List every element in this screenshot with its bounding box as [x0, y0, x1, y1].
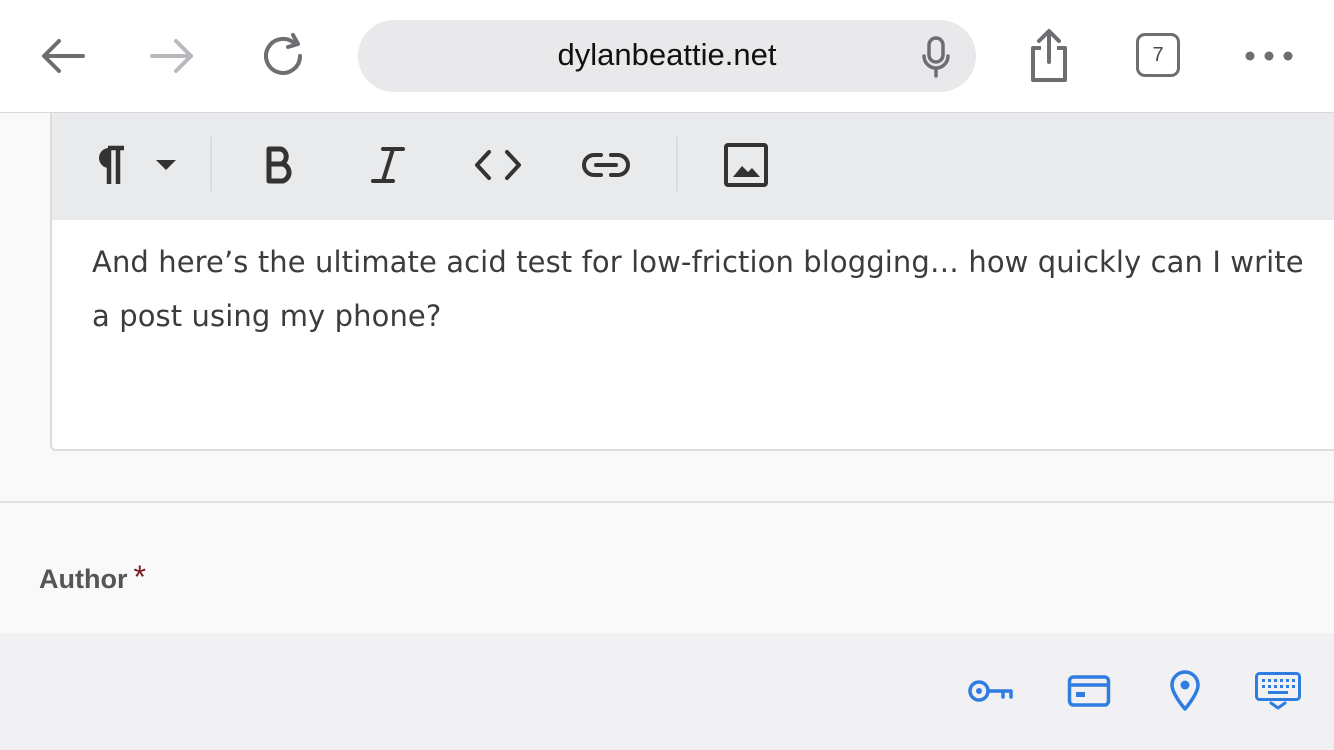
key-icon [968, 680, 1013, 702]
link-icon [582, 153, 630, 177]
author-label: Author * [39, 559, 146, 596]
arrow-left-icon [42, 39, 85, 73]
paragraph-icon [99, 145, 124, 184]
author-label-text: Author [39, 564, 128, 594]
more-icon [1245, 51, 1293, 61]
url-text: dylanbeattie.net [557, 37, 777, 72]
address-bar[interactable]: dylanbeattie.net [358, 20, 976, 92]
share-icon [1031, 29, 1067, 82]
tabs-button[interactable]: 7 [1136, 33, 1180, 77]
credit-card-button[interactable] [1061, 667, 1117, 715]
required-marker: * [133, 559, 146, 595]
more-button[interactable] [1241, 28, 1297, 84]
browser-toolbar: dylanbeattie.net 7 [0, 0, 1334, 113]
toolbar-separator [676, 137, 678, 191]
passwords-button[interactable] [963, 667, 1019, 715]
editor-content[interactable]: And here’s the ultimate acid test for lo… [92, 235, 1334, 343]
keyboard-accessory-bar [0, 633, 1334, 750]
editor-toolbar [52, 113, 1334, 220]
reload-button[interactable] [256, 28, 312, 84]
italic-button[interactable] [360, 137, 416, 193]
back-button[interactable] [34, 28, 90, 84]
arrow-right-icon [150, 39, 193, 73]
dropdown-caret-icon [156, 160, 176, 170]
page-content: And here’s the ultimate acid test for lo… [0, 113, 1334, 633]
bold-button[interactable] [252, 137, 308, 193]
toolbar-separator [210, 137, 212, 191]
editor-line: a post using my phone? [92, 299, 442, 333]
paragraph-button[interactable] [88, 137, 132, 193]
code-button[interactable] [468, 137, 528, 193]
section-divider [0, 501, 1334, 503]
credit-card-icon [1067, 675, 1111, 707]
forward-button[interactable] [145, 28, 201, 84]
editor-line: And here’s the ultimate acid test for lo… [92, 245, 1304, 279]
keyboard-icon [1255, 672, 1301, 710]
image-icon [724, 143, 768, 187]
location-button[interactable] [1157, 667, 1213, 715]
image-button[interactable] [718, 137, 774, 193]
microphone-icon [922, 36, 950, 78]
italic-icon [371, 147, 405, 183]
share-button[interactable] [1021, 28, 1077, 84]
keyboard-button[interactable] [1250, 667, 1306, 715]
code-icon [475, 150, 521, 180]
mic-button[interactable] [920, 36, 952, 83]
reload-icon [264, 33, 302, 75]
link-button[interactable] [576, 137, 636, 193]
bold-icon [266, 146, 292, 184]
location-pin-icon [1170, 670, 1200, 711]
paragraph-dropdown[interactable] [150, 137, 182, 193]
rich-text-editor[interactable]: And here’s the ultimate acid test for lo… [50, 113, 1334, 451]
